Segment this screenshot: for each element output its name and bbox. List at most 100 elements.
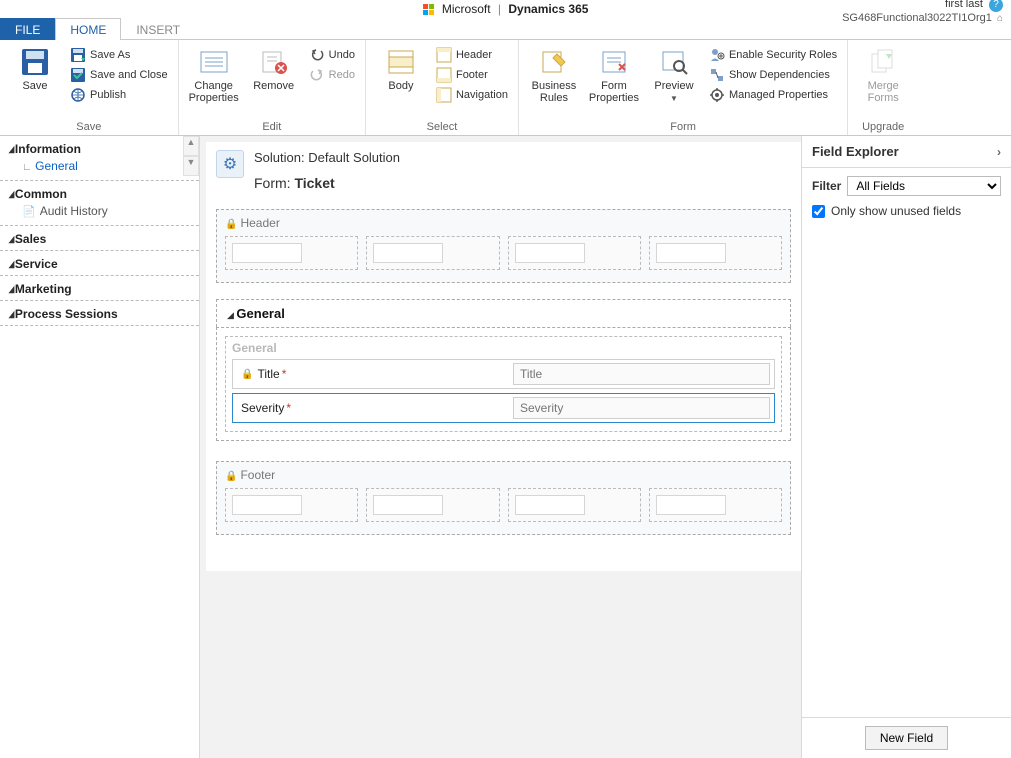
form-canvas: ⚙ Solution: Default Solution Form: Ticke… [200, 136, 801, 758]
only-unused-checkbox[interactable]: Only show unused fields [812, 204, 1001, 218]
footer-button[interactable]: Footer [434, 66, 510, 84]
ribbon-group-select: Body Header Footer Navigation Select [366, 40, 519, 135]
canvas-title: ⚙ Solution: Default Solution Form: Ticke… [206, 142, 801, 201]
title-input[interactable] [513, 363, 770, 385]
tab-general-body: General 🔒Title* Severity* [216, 327, 791, 441]
brand-product: Dynamics 365 [508, 2, 588, 16]
field-title[interactable]: 🔒Title* [232, 359, 775, 389]
nav-section-process-sessions[interactable]: Process Sessions [8, 307, 191, 321]
filter-select[interactable]: All Fields [847, 176, 1001, 196]
tab-file[interactable]: FILE [0, 18, 55, 40]
ribbon-group-save: Save Save As Save and Close Publish Save [0, 40, 179, 135]
remove-icon [258, 46, 290, 78]
merge-forms-button[interactable]: Merge Forms [856, 44, 910, 104]
required-marker: * [286, 401, 291, 415]
title-bar: Microsoft | Dynamics 365 first last ? SG… [0, 0, 1011, 18]
user-name: first last [945, 0, 983, 10]
tab-insert[interactable]: INSERT [121, 18, 195, 40]
nav-scroll[interactable]: ▲▼ [183, 136, 199, 176]
severity-input[interactable] [513, 397, 770, 419]
enable-security-roles-button[interactable]: Enable Security Roles [707, 46, 839, 64]
user-info: first last ? SG468Functional3022TI1Org1 … [842, 0, 1003, 25]
business-rules-button[interactable]: Business Rules [527, 44, 581, 104]
properties-icon [198, 46, 230, 78]
nav-item-general[interactable]: ∟ General [8, 156, 191, 176]
undo-button[interactable]: Undo [307, 46, 357, 64]
field-severity[interactable]: Severity* [232, 393, 775, 423]
remove-button[interactable]: Remove [247, 44, 301, 92]
footer-icon [436, 67, 452, 83]
show-dependencies-button[interactable]: Show Dependencies [707, 66, 839, 84]
header-section[interactable]: 🔒Header [216, 209, 791, 283]
body-button[interactable]: Body [374, 44, 428, 92]
navigation-button[interactable]: Navigation [434, 86, 510, 104]
org-name: SG468Functional3022TI1Org1 [842, 12, 992, 24]
nav-section-marketing[interactable]: Marketing [8, 282, 191, 296]
footer-section[interactable]: 🔒Footer [216, 461, 791, 535]
lock-icon: 🔒 [225, 471, 237, 482]
left-nav: ▲▼ Information ∟ General Common 📄Audit H… [0, 136, 200, 758]
header-cell-4[interactable] [649, 236, 782, 270]
tab-general[interactable]: General [216, 299, 791, 327]
security-roles-icon [709, 47, 725, 63]
chevron-down-icon: ▼ [670, 94, 678, 103]
nav-section-sales[interactable]: Sales [8, 232, 191, 246]
nav-section-common[interactable]: Common [8, 187, 191, 201]
new-field-button[interactable]: New Field [865, 726, 948, 750]
required-marker: * [282, 367, 287, 381]
preview-button[interactable]: Preview▼ [647, 44, 701, 105]
header-cell-3[interactable] [508, 236, 641, 270]
business-rules-icon [538, 46, 570, 78]
tab-home[interactable]: HOME [55, 18, 121, 40]
brand-company: Microsoft [442, 2, 491, 16]
header-cell-2[interactable] [366, 236, 499, 270]
section-general[interactable]: General 🔒Title* Severity* [225, 336, 782, 432]
nav-item-audit-history[interactable]: 📄Audit History [8, 201, 191, 221]
save-as-button[interactable]: Save As [68, 46, 170, 64]
audit-history-icon: 📄 [22, 206, 36, 218]
lock-icon: 🔒 [241, 369, 253, 380]
save-as-icon [70, 47, 86, 63]
footer-cell-3[interactable] [508, 488, 641, 522]
form-properties-icon [598, 46, 630, 78]
home-icon[interactable]: ⌂ [997, 13, 1003, 24]
save-and-close-button[interactable]: Save and Close [68, 66, 170, 84]
form-properties-button[interactable]: Form Properties [587, 44, 641, 104]
header-cell-1[interactable] [225, 236, 358, 270]
header-icon [436, 47, 452, 63]
nav-section-service[interactable]: Service [8, 257, 191, 271]
footer-cell-4[interactable] [649, 488, 782, 522]
form-icon: ⚙ [216, 150, 244, 178]
redo-button[interactable]: Redo [307, 66, 357, 84]
redo-icon [309, 67, 325, 83]
footer-cell-1[interactable] [225, 488, 358, 522]
navigation-icon [436, 87, 452, 103]
field-explorer: Field Explorer › Filter All Fields Only … [801, 136, 1011, 758]
ribbon: Save Save As Save and Close Publish Save… [0, 40, 1011, 136]
nav-section-information[interactable]: Information [8, 142, 191, 156]
field-explorer-title: Field Explorer [812, 144, 899, 159]
help-icon[interactable]: ? [989, 0, 1003, 12]
save-icon [19, 46, 51, 78]
merge-forms-icon [867, 46, 899, 78]
brand: Microsoft | Dynamics 365 [423, 2, 589, 16]
ribbon-group-upgrade: Merge Forms Upgrade [848, 40, 918, 135]
filter-label: Filter [812, 179, 841, 193]
chevron-right-icon[interactable]: › [997, 145, 1001, 159]
dependencies-icon [709, 67, 725, 83]
preview-icon [658, 46, 690, 78]
save-button[interactable]: Save [8, 44, 62, 92]
microsoft-logo-icon [423, 4, 435, 16]
header-button[interactable]: Header [434, 46, 510, 64]
footer-cell-2[interactable] [366, 488, 499, 522]
ribbon-group-form: Business Rules Form Properties Preview▼ … [519, 40, 848, 135]
body-icon [385, 46, 417, 78]
managed-properties-button[interactable]: Managed Properties [707, 86, 839, 104]
publish-icon [70, 87, 86, 103]
form-name: Ticket [294, 175, 334, 191]
publish-button[interactable]: Publish [68, 86, 170, 104]
ribbon-group-edit: Change Properties Remove Undo Redo Edit [179, 40, 366, 135]
change-properties-button[interactable]: Change Properties [187, 44, 241, 104]
undo-icon [309, 47, 325, 63]
gear-icon [709, 87, 725, 103]
